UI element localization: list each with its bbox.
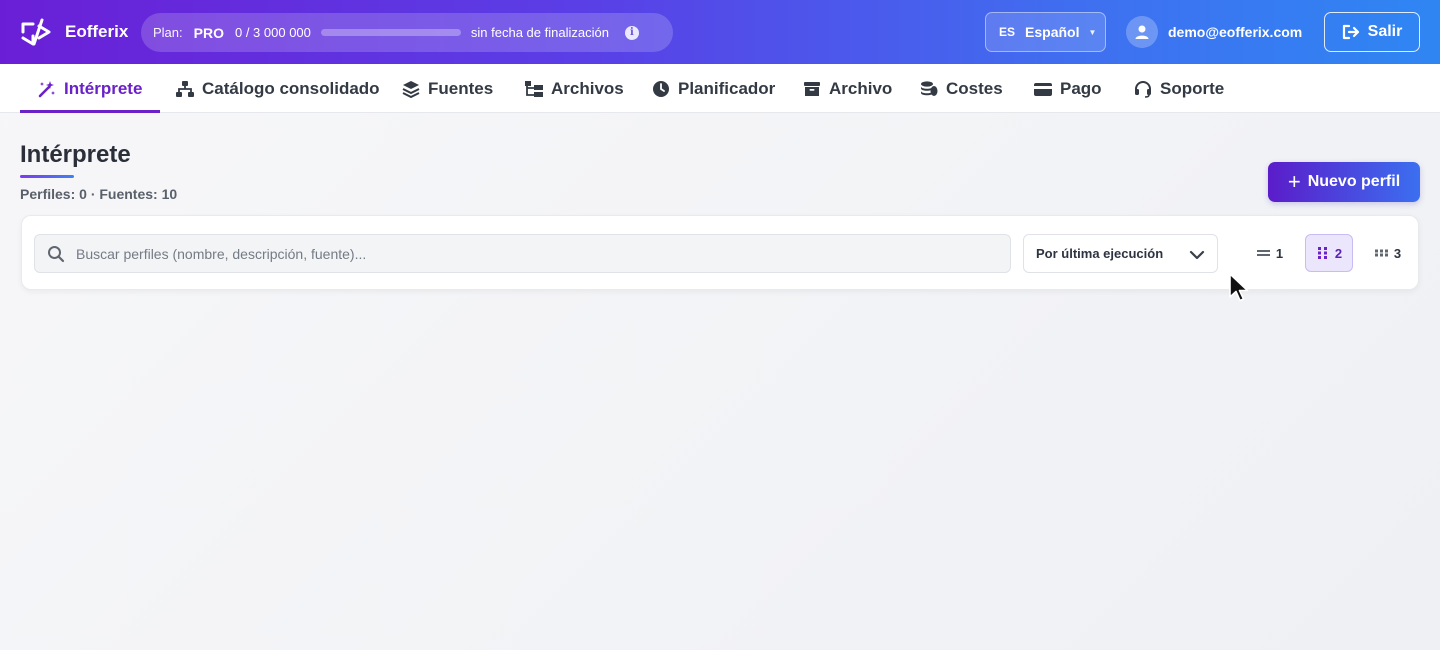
layers-icon	[402, 80, 420, 98]
grip-icon	[1317, 247, 1327, 259]
equals-icon	[1256, 250, 1270, 256]
search-icon	[48, 245, 65, 262]
tab-archivo[interactable]: Archivo	[803, 64, 892, 113]
columns-label: 1	[1275, 245, 1284, 261]
new-profile-button[interactable]: + Nuevo perfil	[1268, 162, 1420, 202]
language-label: Español	[1025, 24, 1080, 40]
tab-label: Fuentes	[428, 78, 494, 98]
column-layout-toggle: 1 2 3	[1246, 234, 1423, 272]
tab-label: Archivos	[551, 78, 624, 98]
user-menu[interactable]: demo@eofferix.com	[1126, 16, 1302, 48]
columns-3-button[interactable]: 3	[1364, 234, 1412, 272]
title-underline	[20, 175, 74, 178]
tab-fuentes[interactable]: Fuentes	[402, 64, 493, 113]
user-email: demo@eofferix.com	[1168, 24, 1303, 40]
credit-card-icon	[1034, 80, 1052, 98]
chevron-down-icon	[1189, 250, 1205, 260]
sitemap-icon	[176, 80, 194, 98]
language-code: ES	[999, 25, 1016, 39]
page-stats: Perfiles: 0 · Fuentes: 10	[20, 186, 178, 202]
logo[interactable]: Eofferix	[20, 18, 128, 46]
folder-tree-icon	[525, 80, 543, 98]
tab-planificador[interactable]: Planificador	[652, 64, 775, 113]
main-nav: Intérprete Catálogo consolidado Fuentes …	[0, 64, 1440, 113]
clock-icon	[652, 80, 670, 98]
tab-interprete[interactable]: Intérprete	[19, 64, 161, 113]
columns-label: 3	[1393, 245, 1402, 261]
plus-icon: +	[1287, 169, 1301, 194]
logout-button[interactable]: Salir	[1324, 12, 1420, 52]
logout-label: Salir	[1367, 23, 1403, 40]
tab-label: Intérprete	[64, 78, 143, 98]
plan-usage-progress	[320, 29, 461, 36]
filter-toolbar: Por última ejecución 1 2 3	[21, 215, 1419, 290]
brand-name: Eofferix	[65, 22, 129, 41]
caret-down-icon: ▼	[1088, 27, 1097, 37]
plan-indicator: Plan: PRO 0 / 3 000 000 sin fecha de fin…	[141, 13, 673, 52]
top-bar: Eofferix Plan: PRO 0 / 3 000 000 sin fec…	[0, 0, 1440, 64]
columns-label: 2	[1334, 245, 1343, 261]
info-icon[interactable]: i	[624, 25, 639, 40]
search-box	[34, 234, 1011, 273]
search-input[interactable]	[76, 245, 976, 262]
coins-icon	[920, 80, 938, 98]
mouse-cursor-icon	[1229, 273, 1249, 302]
tab-archivos[interactable]: Archivos	[525, 64, 624, 113]
plan-usage: 0 / 3 000 000	[234, 25, 311, 40]
tab-costes[interactable]: Costes	[920, 64, 1003, 113]
logo-icon	[21, 18, 51, 46]
new-profile-label: Nuevo perfil	[1307, 173, 1401, 190]
tab-label: Soporte	[1160, 78, 1225, 98]
sort-select-value: Por última ejecución	[1036, 246, 1164, 261]
tab-label: Pago	[1060, 78, 1102, 98]
tab-label: Costes	[946, 78, 1003, 98]
plan-end-date: sin fecha de finalización	[470, 25, 609, 40]
grip-horizontal-icon	[1374, 249, 1388, 257]
headset-icon	[1134, 80, 1152, 98]
page-title: Intérprete	[20, 141, 131, 168]
tab-label: Archivo	[829, 78, 893, 98]
tab-catalogo-consolidado[interactable]: Catálogo consolidado	[176, 64, 380, 113]
magic-wand-icon	[38, 80, 56, 98]
tab-soporte[interactable]: Soporte	[1134, 64, 1224, 113]
sort-select[interactable]: Por última ejecución	[1023, 234, 1218, 273]
columns-1-button[interactable]: 1	[1246, 234, 1294, 272]
sign-out-icon	[1342, 24, 1359, 40]
columns-2-button[interactable]: 2	[1305, 234, 1353, 272]
avatar	[1126, 16, 1158, 48]
tab-label: Planificador	[678, 78, 776, 98]
language-selector[interactable]: ES Español ▼	[985, 12, 1106, 52]
tab-label: Catálogo consolidado	[202, 78, 380, 98]
tab-pago[interactable]: Pago	[1034, 64, 1102, 113]
plan-label: Plan:	[153, 25, 183, 40]
plan-name: PRO	[193, 24, 224, 41]
user-icon	[1135, 25, 1149, 39]
archive-box-icon	[803, 80, 821, 98]
